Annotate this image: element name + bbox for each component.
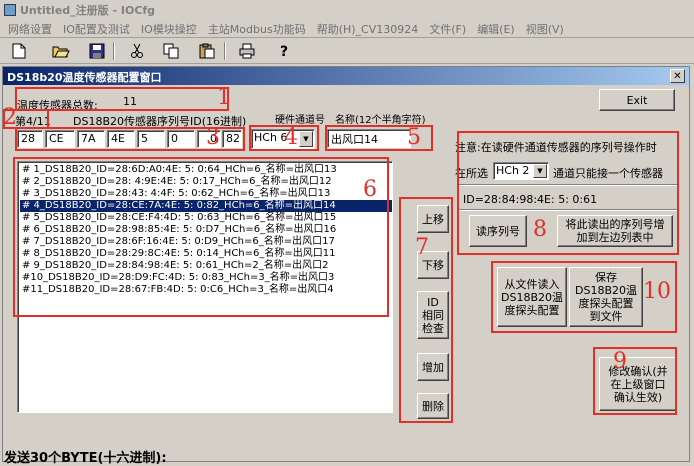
annotation-number: 8: [533, 217, 547, 242]
app-logo-icon: [4, 4, 16, 16]
read-id-value: ID=28:84:98:4E: 5: 0:61: [463, 193, 598, 206]
read-channel-select[interactable]: HCh 2 ▼: [493, 162, 549, 180]
help-icon[interactable]: ?: [274, 40, 296, 62]
hw-channel-value: HCh 6: [254, 131, 288, 144]
hw-channel-select[interactable]: HCh 6 ▼: [251, 129, 315, 149]
list-item[interactable]: # 2_DS18B20_ID=28: 4:9E:4E: 5: 0:17_HCh=…: [20, 176, 392, 188]
menu-edit[interactable]: 编辑(E): [473, 18, 522, 37]
paste-icon[interactable]: [196, 40, 218, 62]
list-item[interactable]: # 1_DS18B20_ID=28:6D:A0:4E: 5: 0:64_HCh=…: [20, 164, 392, 176]
list-item-selected[interactable]: # 4_DS18B20_ID=28:CE:7A:4E: 5: 0:82_HCh=…: [20, 200, 392, 212]
sensor-index-label: 第4/11: [15, 115, 51, 128]
list-item[interactable]: # 8_DS18B20_ID=28:29:8C:4E: 5: 0:14_HCh=…: [20, 248, 392, 260]
selected-channel-prefix: 在所选: [455, 167, 488, 180]
exit-button[interactable]: Exit: [599, 89, 675, 111]
menu-view[interactable]: 视图(V): [522, 18, 571, 37]
read-channel-value: HCh 2: [496, 164, 530, 177]
serial-byte-field[interactable]: 7A: [77, 130, 105, 148]
annotation-number: 7: [415, 235, 429, 260]
sensor-list[interactable]: # 1_DS18B20_ID=28:6D:A0:4E: 5: 0:64_HCh=…: [17, 161, 393, 413]
divider: [459, 184, 677, 186]
sensor-total-value: 11: [119, 93, 223, 110]
id-duplicate-check-button[interactable]: ID 相同 检查: [417, 291, 449, 339]
serial-byte-field[interactable]: 5: [137, 130, 165, 148]
annotation-number: 6: [363, 177, 377, 202]
new-icon[interactable]: [8, 40, 30, 62]
note-label: 注意:在读硬件通道传感器的序列号操作时: [455, 141, 657, 154]
send-bytes-label: 发送30个BYTE(十六进制):: [4, 451, 167, 466]
open-icon[interactable]: [50, 40, 72, 62]
serial-id-label: DS18B20传感器序列号ID(16进制): [73, 115, 247, 128]
name-input[interactable]: 出风口14: [327, 129, 411, 148]
sensor-total-label: 温度传感器总数:: [17, 99, 98, 112]
move-up-button[interactable]: 上移: [417, 205, 449, 233]
app-title: Untitled_注册版 - IOCfg: [20, 4, 156, 17]
load-config-file-button[interactable]: 从文件读入 DS18B20温 度探头配置: [497, 267, 567, 327]
delete-button[interactable]: 删除: [417, 393, 449, 419]
save-icon[interactable]: [86, 40, 108, 62]
toolbar-separator: [113, 42, 115, 60]
menu-io-module[interactable]: IO模块操控: [137, 18, 204, 37]
ds18b20-config-dialog: DS18b20温度传感器配置窗口 ✕ 温度传感器总数: 11 Exit 第4/1…: [2, 66, 690, 462]
menu-bar: 网络设置 IO配置及测试 IO模块操控 主站Modbus功能码 帮助(H)_CV…: [0, 18, 694, 38]
menu-file[interactable]: 文件(F): [425, 18, 473, 37]
read-serial-button[interactable]: 读序列号: [469, 215, 527, 247]
close-button[interactable]: ✕: [670, 69, 685, 83]
selected-channel-suffix: 通道只能接一个传感器: [553, 167, 663, 180]
close-icon: ✕: [673, 70, 682, 82]
dialog-title: DS18b20温度传感器配置窗口: [3, 67, 689, 85]
copy-icon[interactable]: [160, 40, 182, 62]
cut-icon[interactable]: [126, 40, 148, 62]
print-icon[interactable]: [236, 40, 258, 62]
annotation-number: 10: [643, 279, 671, 304]
serial-byte-field[interactable]: CE: [45, 130, 75, 148]
annotation-number: 9: [613, 349, 627, 374]
serial-byte-field[interactable]: 4E: [107, 130, 135, 148]
list-item[interactable]: #10_DS18B20_ID=28:D9:FC:4D: 5: 0:83_HCh=…: [20, 272, 392, 284]
save-config-file-button[interactable]: 保存 DS18B20温 度探头配置 到文件: [569, 267, 643, 327]
toolbar-separator: [224, 42, 226, 60]
list-item[interactable]: # 5_DS18B20_ID=28:CE:F4:4D: 5: 0:63_HCh=…: [20, 212, 392, 224]
annotation-number: 4: [284, 125, 298, 150]
confirm-changes-button[interactable]: 修改确认(并 在上级窗口 确认生效): [599, 357, 677, 411]
chevron-down-icon: ▼: [533, 164, 547, 178]
serial-byte-field[interactable]: 0: [167, 130, 195, 148]
add-button[interactable]: 增加: [417, 353, 449, 381]
menu-modbus[interactable]: 主站Modbus功能码: [204, 18, 313, 37]
toolbar: ?: [0, 38, 694, 64]
serial-byte-field[interactable]: 82: [222, 130, 242, 148]
menu-network[interactable]: 网络设置: [4, 18, 59, 37]
menu-io-config[interactable]: IO配置及测试: [59, 18, 137, 37]
divider: [459, 209, 677, 211]
serial-byte-field[interactable]: 28: [17, 130, 43, 148]
menu-help[interactable]: 帮助(H)_CV130924: [313, 18, 426, 37]
list-item[interactable]: # 3_DS18B20_ID=28:43: 4:4F: 5: 0:62_HCh=…: [20, 188, 392, 200]
add-read-serial-button[interactable]: 将此读出的序列号增 加到左边列表中: [557, 215, 673, 247]
chevron-down-icon: ▼: [299, 131, 313, 147]
annotation-number: 3: [206, 125, 220, 150]
list-item[interactable]: # 7_DS18B20_ID=28:6F:16:4E: 5: 0:D9_HCh=…: [20, 236, 392, 248]
svg-text:?: ?: [280, 44, 288, 59]
hw-channel-label: 硬件通道号: [275, 115, 325, 126]
annotation-number: 5: [407, 125, 421, 150]
annotation-number: 1: [217, 85, 231, 110]
app-title-bar: Untitled_注册版 - IOCfg: [0, 0, 694, 18]
name-label: 名称(12个半角字符): [335, 115, 426, 126]
list-item[interactable]: # 6_DS18B20_ID=28:98:85:4E: 5: 0:D7_HCh=…: [20, 224, 392, 236]
list-item[interactable]: #11_DS18B20_ID=28:67:FB:4D: 5: 0:C6_HCh=…: [20, 284, 392, 296]
annotation-number: 2: [3, 105, 17, 130]
list-item[interactable]: # 9_DS18B20_ID=28:84:98:4E: 5: 0:61_HCh=…: [20, 260, 392, 272]
